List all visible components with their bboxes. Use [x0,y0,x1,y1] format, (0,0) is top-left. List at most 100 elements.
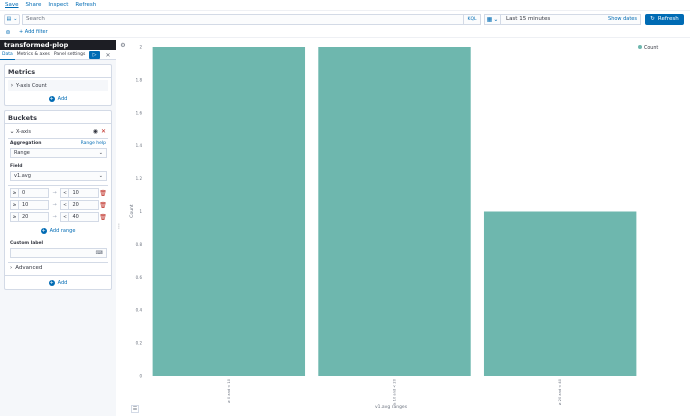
add-filter-button[interactable]: + Add filter [19,29,48,35]
chevron-down-icon: ⌄ [493,15,499,23]
inspect-link[interactable]: Inspect [48,2,68,8]
top-nav: Save Share Inspect Refresh [0,0,690,11]
range-from-input[interactable]: ≥ 20 [10,212,49,222]
aggregation-label: Aggregation [10,141,42,146]
divider [8,185,108,186]
legend-toggle-icon[interactable]: ☰ [131,405,139,413]
keyboard-icon: ⌨ [95,250,103,256]
show-dates-link[interactable]: Show dates [608,16,640,22]
kql-toggle[interactable]: KQL [464,13,481,25]
y-tick-label: 1.8 [136,77,143,82]
y-tick-label: 1 [139,209,142,214]
add-bucket-label: Add [57,280,68,286]
refresh-button-label: Refresh [657,16,679,22]
range-from-input[interactable]: ≥ 0 [10,188,49,198]
bar[interactable] [152,47,306,376]
metric-agg-row[interactable]: › Y-axis Count [8,80,108,91]
custom-label-input[interactable]: ⌨ [10,248,107,258]
range-from-value: 0 [22,190,26,196]
buckets-title: Buckets [8,114,37,122]
divider [8,138,108,139]
add-range-button[interactable]: + Add range [5,227,111,235]
aggregation-select[interactable]: Range ⌄ [10,148,107,158]
aggregation-value: Range [14,150,30,156]
time-picker[interactable]: ▦ ⌄ Last 15 minutes Show dates [484,13,641,25]
refresh-link[interactable]: Refresh [75,2,96,8]
field-label: Field [10,164,23,169]
filter-bar: ⊜ + Add filter [0,27,690,38]
quick-menu-button[interactable]: ▦ ⌄ [485,14,501,24]
range-to-input[interactable]: < 10 [60,188,100,198]
chevron-right-icon[interactable]: › [8,82,16,89]
search-input[interactable] [22,13,464,25]
x-axis: ≥ 0 and < 10 ≥ 10 and < 20 ≥ 20 and < 40 [227,378,562,405]
trash-icon[interactable]: 🗑 [99,214,107,221]
save-link[interactable]: Save [5,2,19,8]
arrow-right-icon: → [52,214,57,220]
saved-query-button[interactable]: ▤ ⌄ [4,13,20,25]
share-link[interactable]: Share [26,2,42,8]
bucket-agg-row[interactable]: ⌄ X-axis ◉ ✕ [8,126,108,137]
x-tick-label: ≥ 0 and < 10 [227,378,231,403]
range-to-input[interactable]: < 40 [60,212,100,222]
tab-data[interactable]: Data [0,50,15,60]
trash-icon[interactable]: 🗑 [99,202,107,209]
bucket-agg-label: X-axis [16,128,31,135]
y-tick-label: 2 [139,45,142,50]
calendar-icon: ▦ [486,15,493,23]
range-to-input[interactable]: < 20 [60,200,100,210]
metrics-title: Metrics [8,68,36,76]
eye-icon[interactable]: ◉ [93,128,98,135]
discard-changes-button[interactable]: ✕ [104,51,112,59]
resize-handle[interactable]: ⋮ [116,223,122,233]
bar[interactable] [483,211,637,377]
lt-icon: < [61,213,70,221]
field-select[interactable]: v1.avg ⌄ [10,171,107,181]
lt-icon: < [61,201,70,209]
play-icon: ▷ [92,52,97,58]
editor-sidebar: transformed-plop Data Metrics & axes Pan… [0,40,116,416]
chevron-down-icon: ⌄ [98,173,103,179]
query-bar: ▤ ⌄ KQL ▦ ⌄ Last 15 minutes Show dates ↻… [0,11,690,27]
saved-query-icon: ▤ [6,16,12,22]
legend-swatch [638,45,642,49]
y-tick-label: 0.8 [136,242,143,247]
x-axis-label: v1.avg ranges [375,404,408,410]
advanced-toggle[interactable]: › Advanced [10,265,42,271]
remove-icon[interactable]: ✕ [101,128,106,135]
gear-icon[interactable]: ⚙ [120,42,126,49]
tab-panel-settings[interactable]: Panel settings [52,50,88,60]
legend: Count [638,45,658,51]
y-axis-label: Count [129,204,135,218]
arrow-right-icon: → [52,190,57,196]
divider [5,275,111,276]
chevron-down-icon[interactable]: ⌄ [8,128,16,135]
filter-options-icon[interactable]: ⊜ [4,28,12,36]
plus-icon: + [40,228,47,234]
y-tick-label: 1.2 [136,176,143,181]
chevron-down-icon: ⌄ [98,150,103,156]
gte-icon: ≥ [11,213,19,221]
refresh-button[interactable]: ↻ Refresh [645,13,684,25]
plus-icon: + [48,96,55,102]
range-row: ≥ 0 → < 10 🗑 [10,188,107,198]
range-from-input[interactable]: ≥ 10 [10,200,49,210]
trash-icon[interactable]: 🗑 [99,190,107,197]
close-icon: ✕ [105,51,111,59]
tab-metrics-axes[interactable]: Metrics & axes [15,50,52,60]
y-axis: 0 0.2 0.4 0.6 0.8 1 1.2 1.4 1.6 1.8 2 [136,45,143,379]
apply-changes-button[interactable]: ▷ [89,51,100,59]
legend-item: Count [644,45,658,51]
range-to-value: 20 [72,202,79,208]
add-bucket-button[interactable]: + Add [5,279,111,287]
gte-icon: ≥ [11,201,19,209]
add-range-label: Add range [49,228,76,234]
time-range-text: Last 15 minutes [506,16,551,22]
y-tick-label: 0.4 [136,308,143,313]
add-metric-button[interactable]: + Add [5,95,111,103]
metric-agg-label: Y-axis Count [16,82,47,89]
range-row: ≥ 20 → < 40 🗑 [10,212,107,222]
bar[interactable] [318,47,471,376]
y-tick-label: 1.6 [136,110,143,115]
range-help-link[interactable]: Range help [81,141,106,146]
